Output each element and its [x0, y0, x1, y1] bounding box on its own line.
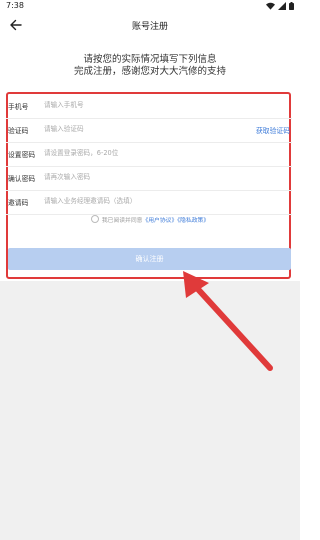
- wifi-icon: [266, 2, 275, 10]
- phone-input[interactable]: [44, 98, 234, 112]
- app-header: 账号注册: [0, 14, 300, 38]
- invite-label: 邀请码: [8, 199, 29, 207]
- user-agreement-link[interactable]: 《用户协议》: [142, 218, 177, 224]
- code-row: 验证码 获取验证码: [6, 118, 292, 143]
- intro-text: 请按您的实际情况填写下列信息 完成注册，感谢您对大大汽修的支持: [0, 54, 300, 78]
- intro-line-2: 完成注册，感谢您对大大汽修的支持: [73, 66, 226, 77]
- intro-line-1: 请按您的实际情况填写下列信息: [83, 54, 217, 65]
- agree-checkbox[interactable]: [90, 215, 99, 223]
- agreement-prefix: 我已阅读并同意: [101, 218, 143, 224]
- signal-icon: [278, 2, 286, 10]
- battery-icon: [289, 2, 294, 10]
- status-bar: 7:38: [0, 0, 300, 14]
- confirm-password-input[interactable]: [44, 170, 234, 184]
- confirm-label: 确认密码: [8, 175, 36, 183]
- phone-label: 手机号: [8, 103, 29, 111]
- password-row: 设置密码: [6, 142, 292, 167]
- status-time: 7:38: [6, 1, 24, 10]
- agreement-row: 我已阅读并同意《用户协议》《隐私政策》: [0, 215, 300, 224]
- submit-register-button[interactable]: 确认注册: [8, 248, 291, 270]
- privacy-policy-link[interactable]: 《隐私政策》: [177, 218, 209, 224]
- invite-code-input[interactable]: [44, 194, 234, 208]
- background-area: [0, 281, 300, 540]
- code-input[interactable]: [44, 122, 194, 136]
- password-input[interactable]: [44, 146, 234, 160]
- page-title: 账号注册: [131, 22, 168, 32]
- confirm-row: 确认密码: [6, 166, 292, 191]
- phone-row: 手机号: [6, 94, 292, 119]
- code-label: 验证码: [8, 127, 29, 135]
- invite-row: 邀请码: [6, 190, 292, 215]
- password-label: 设置密码: [8, 151, 36, 159]
- status-icons: [266, 2, 294, 10]
- get-code-button[interactable]: 获取验证码: [256, 125, 290, 135]
